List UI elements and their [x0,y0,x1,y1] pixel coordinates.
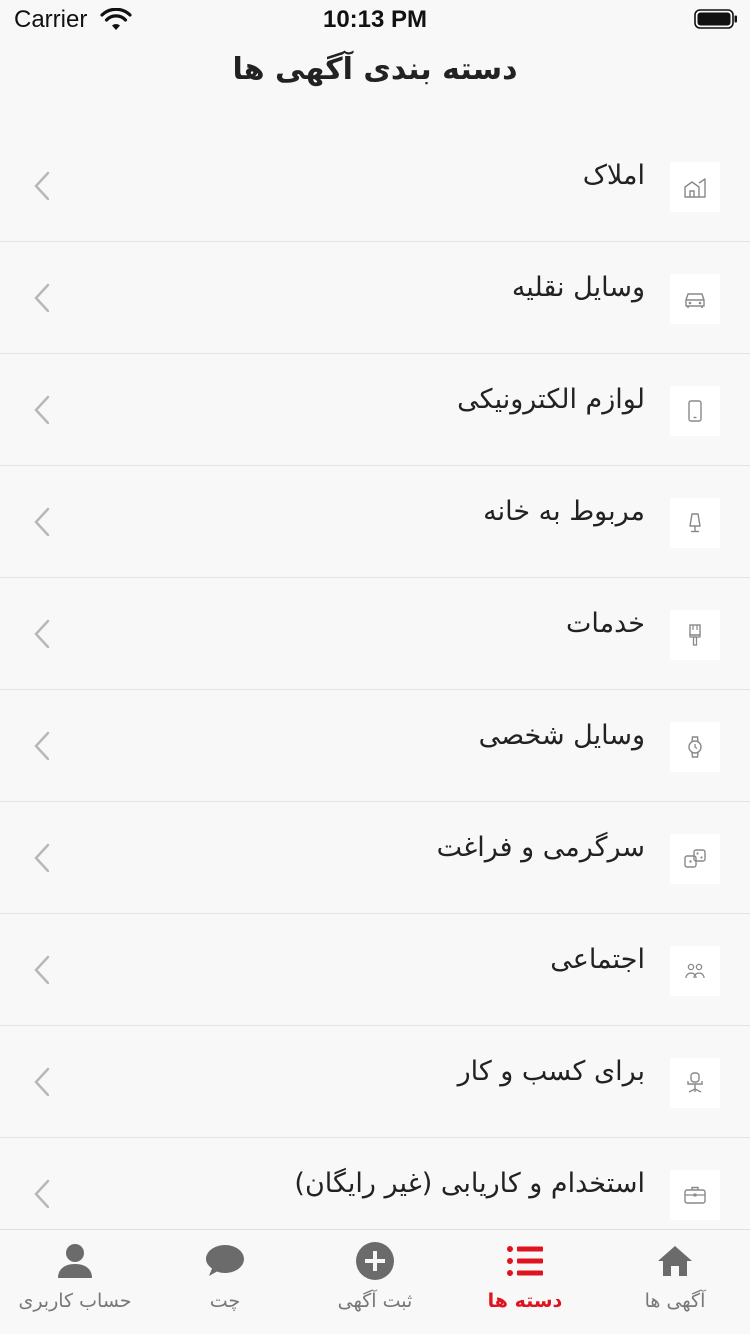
category-label: لوازم الکترونیکی [457,384,645,415]
category-label: برای کسب و کار [457,1056,645,1087]
category-row-business[interactable]: برای کسب و کار [0,1026,750,1138]
paint-brush-icon [670,610,720,660]
people-icon [670,946,720,996]
category-row-services[interactable]: خدمات [0,578,750,690]
chevron-left-icon [34,619,50,649]
category-row-social[interactable]: اجتماعی [0,914,750,1026]
chevron-left-icon [34,1179,50,1209]
chevron-left-icon [34,1067,50,1097]
category-row-real-estate[interactable]: املاک [0,130,750,242]
chat-bubble-icon [206,1245,244,1276]
tab-account[interactable]: حساب کاربری [0,1230,150,1334]
status-bar: Carrier 10:13 PM [0,0,750,40]
category-label: خدمات [566,608,645,639]
page-title: دسته بندی آگهی ها [232,52,518,87]
car-icon [670,274,720,324]
tab-bar: آگهی ها دسته ها ثبت آگهی چت حساب کاربری [0,1229,750,1334]
phone-icon [670,386,720,436]
dice-icon [670,834,720,884]
category-row-vehicles[interactable]: وسایل نقلیه [0,242,750,354]
home-icon [658,1246,692,1276]
category-label: استخدام و کاریابی (غیر رایگان) [294,1168,645,1199]
tab-label: دسته ها [487,1290,563,1312]
list-icon [507,1246,543,1276]
tab-label: حساب کاربری [18,1290,132,1312]
tab-ads[interactable]: آگهی ها [600,1230,750,1334]
chevron-left-icon [34,395,50,425]
category-list: املاک وسایل نقلیه لوازم الکترونیکی مربوط… [0,130,750,1250]
category-label: املاک [582,160,645,191]
clock: 10:13 PM [322,6,428,33]
user-icon [58,1244,92,1278]
category-label: اجتماعی [550,944,645,975]
chevron-left-icon [34,507,50,537]
tab-label: ثبت آگهی [337,1290,413,1312]
category-row-personal[interactable]: وسایل شخصی [0,690,750,802]
briefcase-icon [670,1170,720,1220]
chevron-left-icon [34,731,50,761]
tab-chat[interactable]: چت [150,1230,300,1334]
tab-label: آگهی ها [644,1290,706,1312]
plus-circle-icon [356,1242,394,1280]
lamp-icon [670,498,720,548]
category-label: وسایل شخصی [478,720,645,751]
category-label: وسایل نقلیه [511,272,645,303]
chevron-left-icon [34,283,50,313]
battery-icon [694,9,737,29]
category-row-home[interactable]: مربوط به خانه [0,466,750,578]
category-label: مربوط به خانه [483,496,645,527]
tab-label: چت [209,1290,241,1312]
house-icon [670,162,720,212]
chevron-left-icon [34,955,50,985]
category-row-electronics[interactable]: لوازم الکترونیکی [0,354,750,466]
watch-icon [670,722,720,772]
chevron-left-icon [34,843,50,873]
tab-post-ad[interactable]: ثبت آگهی [300,1230,450,1334]
category-label: سرگرمی و فراغت [436,832,645,863]
office-chair-icon [670,1058,720,1108]
tab-categories[interactable]: دسته ها [450,1230,600,1334]
chevron-left-icon [34,171,50,201]
category-row-entertainment[interactable]: سرگرمی و فراغت [0,802,750,914]
